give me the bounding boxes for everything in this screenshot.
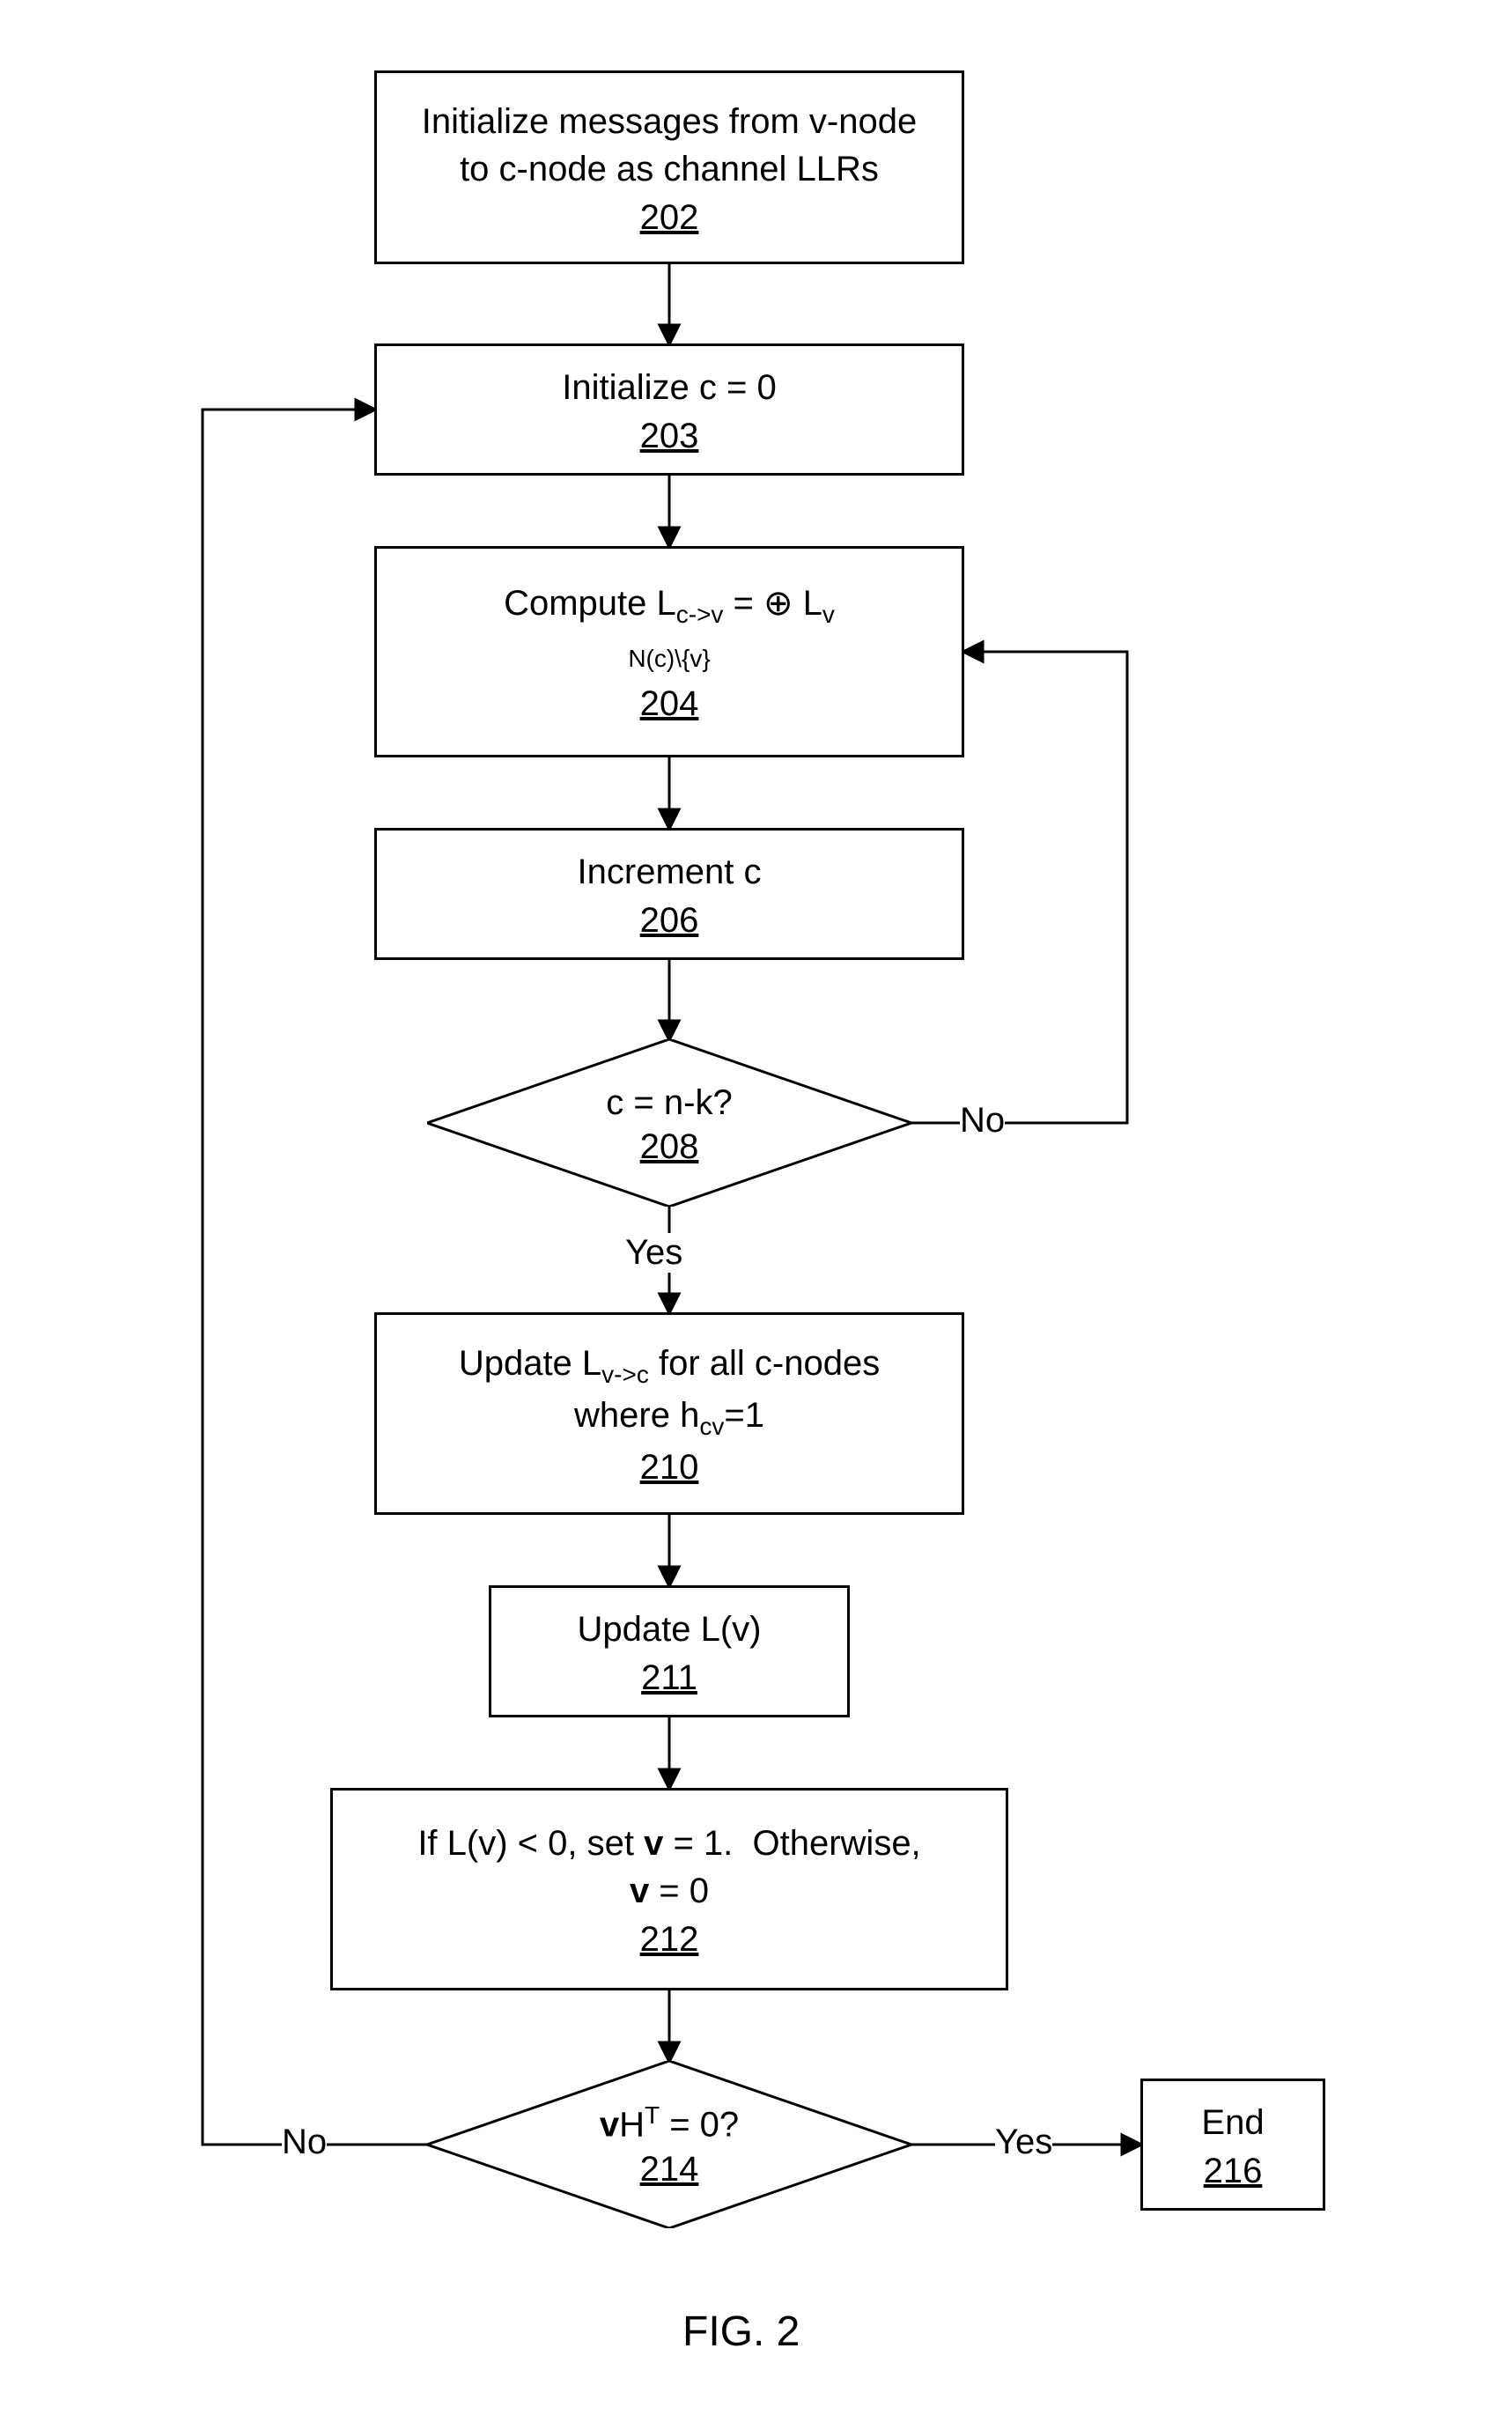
node-208: c = n-k? 208 bbox=[427, 1039, 911, 1207]
node-202-text: Initialize messages from v-nodeto c-node… bbox=[422, 98, 917, 193]
node-204: Compute Lc->v = ⊕ LvN(c)\{v} 204 bbox=[374, 546, 964, 757]
node-203: Initialize c = 0 203 bbox=[374, 343, 964, 476]
edge-214-no-label: No bbox=[282, 2123, 327, 2162]
node-202: Initialize messages from v-nodeto c-node… bbox=[374, 70, 964, 264]
node-216-ref: 216 bbox=[1204, 2152, 1263, 2191]
node-212-ref: 212 bbox=[640, 1920, 699, 1960]
node-203-text: Initialize c = 0 bbox=[562, 364, 776, 411]
node-206-text: Increment c bbox=[578, 848, 762, 896]
node-214: vHT = 0? 214 bbox=[427, 2061, 911, 2228]
flowchart-canvas: Initialize messages from v-nodeto c-node… bbox=[0, 0, 1512, 2422]
node-210-ref: 210 bbox=[640, 1448, 699, 1488]
node-216: End 216 bbox=[1140, 2079, 1325, 2211]
node-210: Update Lv->c for all c-nodeswhere hcv=1 … bbox=[374, 1312, 964, 1515]
node-204-ref: 204 bbox=[640, 684, 699, 724]
node-214-text: vHT = 0? bbox=[600, 2100, 739, 2147]
node-212: If L(v) < 0, set v = 1. Otherwise,v = 0 … bbox=[330, 1788, 1008, 1990]
node-204-text: Compute Lc->v = ⊕ LvN(c)\{v} bbox=[504, 580, 835, 679]
node-211: Update L(v) 211 bbox=[489, 1585, 850, 1717]
node-206-ref: 206 bbox=[640, 901, 699, 941]
node-216-text: End bbox=[1201, 2099, 1264, 2146]
node-211-ref: 211 bbox=[641, 1658, 697, 1698]
node-212-text: If L(v) < 0, set v = 1. Otherwise,v = 0 bbox=[417, 1820, 920, 1915]
node-203-ref: 203 bbox=[640, 417, 699, 456]
node-208-ref: 208 bbox=[640, 1127, 699, 1167]
edge-208-yes-label: Yes bbox=[625, 1233, 682, 1273]
node-208-text: c = n-k? bbox=[606, 1080, 732, 1126]
node-210-text: Update Lv->c for all c-nodeswhere hcv=1 bbox=[459, 1340, 880, 1444]
edge-214-yes-label: Yes bbox=[995, 2123, 1052, 2162]
edge-208-no-label: No bbox=[960, 1101, 1005, 1141]
node-206: Increment c 206 bbox=[374, 828, 964, 960]
node-202-ref: 202 bbox=[640, 198, 699, 238]
node-211-text: Update L(v) bbox=[578, 1606, 762, 1653]
node-214-ref: 214 bbox=[640, 2150, 699, 2189]
figure-label: FIG. 2 bbox=[682, 2308, 800, 2356]
